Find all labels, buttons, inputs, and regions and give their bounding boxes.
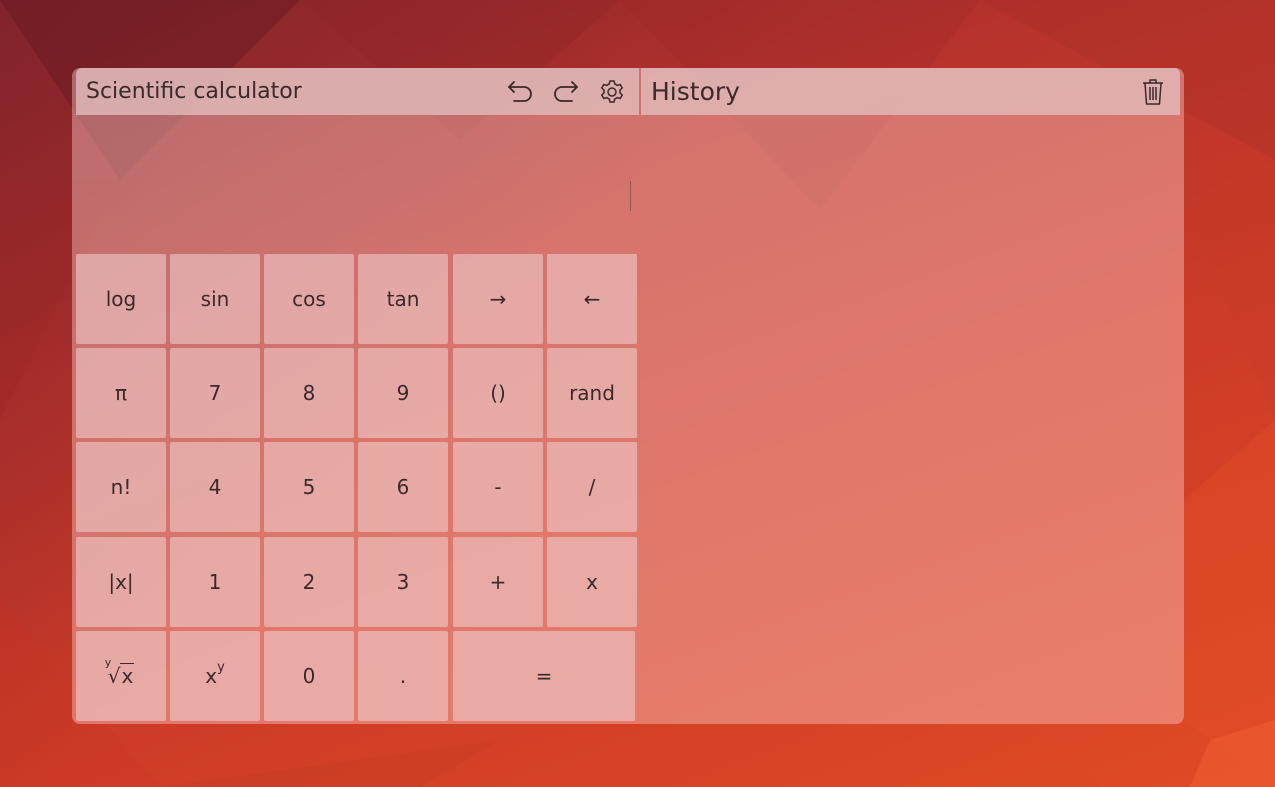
history-header: History: [641, 68, 1180, 115]
digit-5-key[interactable]: 5: [264, 442, 354, 532]
calculator-window: Scientific calculator History log sin co…: [72, 68, 1184, 724]
root-index: y: [104, 656, 112, 669]
root-radicand: x: [120, 663, 135, 688]
digit-2-key[interactable]: 2: [264, 537, 354, 627]
digit-1-key[interactable]: 1: [170, 537, 260, 627]
tan-key[interactable]: tan: [358, 254, 448, 344]
power-key[interactable]: xy: [170, 631, 260, 721]
undo-icon: [508, 80, 532, 102]
redo-button[interactable]: [547, 73, 585, 111]
root-symbol: y √x: [104, 656, 135, 688]
digit-4-key[interactable]: 4: [170, 442, 260, 532]
clear-history-button[interactable]: [1134, 73, 1172, 111]
digit-3-key[interactable]: 3: [358, 537, 448, 627]
text-cursor: [630, 181, 631, 211]
absolute-value-key[interactable]: |x|: [76, 537, 166, 627]
trash-icon: [1143, 78, 1163, 105]
power-exponent: y: [217, 659, 225, 675]
undo-button[interactable]: [501, 73, 539, 111]
decimal-key[interactable]: .: [358, 631, 448, 721]
digit-6-key[interactable]: 6: [358, 442, 448, 532]
app-title: Scientific calculator: [86, 79, 302, 104]
plus-key[interactable]: +: [453, 537, 543, 627]
digit-7-key[interactable]: 7: [170, 348, 260, 438]
parentheses-key[interactable]: (): [453, 348, 543, 438]
sin-key[interactable]: sin: [170, 254, 260, 344]
history-title: History: [651, 77, 740, 106]
digit-8-key[interactable]: 8: [264, 348, 354, 438]
cursor-left-key[interactable]: ←: [547, 254, 637, 344]
gear-icon: [600, 79, 624, 103]
settings-button[interactable]: [593, 73, 631, 111]
minus-key[interactable]: -: [453, 442, 543, 532]
expression-display[interactable]: [76, 115, 639, 252]
cursor-right-key[interactable]: →: [453, 254, 543, 344]
power-base: x: [205, 664, 218, 688]
root-key[interactable]: y √x: [76, 631, 166, 721]
log-key[interactable]: log: [76, 254, 166, 344]
digit-9-key[interactable]: 9: [358, 348, 448, 438]
multiply-key[interactable]: x: [547, 537, 637, 627]
equals-key[interactable]: =: [453, 631, 635, 721]
pi-key[interactable]: π: [76, 348, 166, 438]
calculator-header: Scientific calculator: [76, 68, 639, 115]
redo-icon: [554, 80, 578, 102]
cos-key[interactable]: cos: [264, 254, 354, 344]
rand-key[interactable]: rand: [547, 348, 637, 438]
factorial-key[interactable]: n!: [76, 442, 166, 532]
keypad: log sin cos tan → ← π 7 8 9 () rand n! 4…: [76, 254, 642, 724]
divide-key[interactable]: /: [547, 442, 637, 532]
digit-0-key[interactable]: 0: [264, 631, 354, 721]
